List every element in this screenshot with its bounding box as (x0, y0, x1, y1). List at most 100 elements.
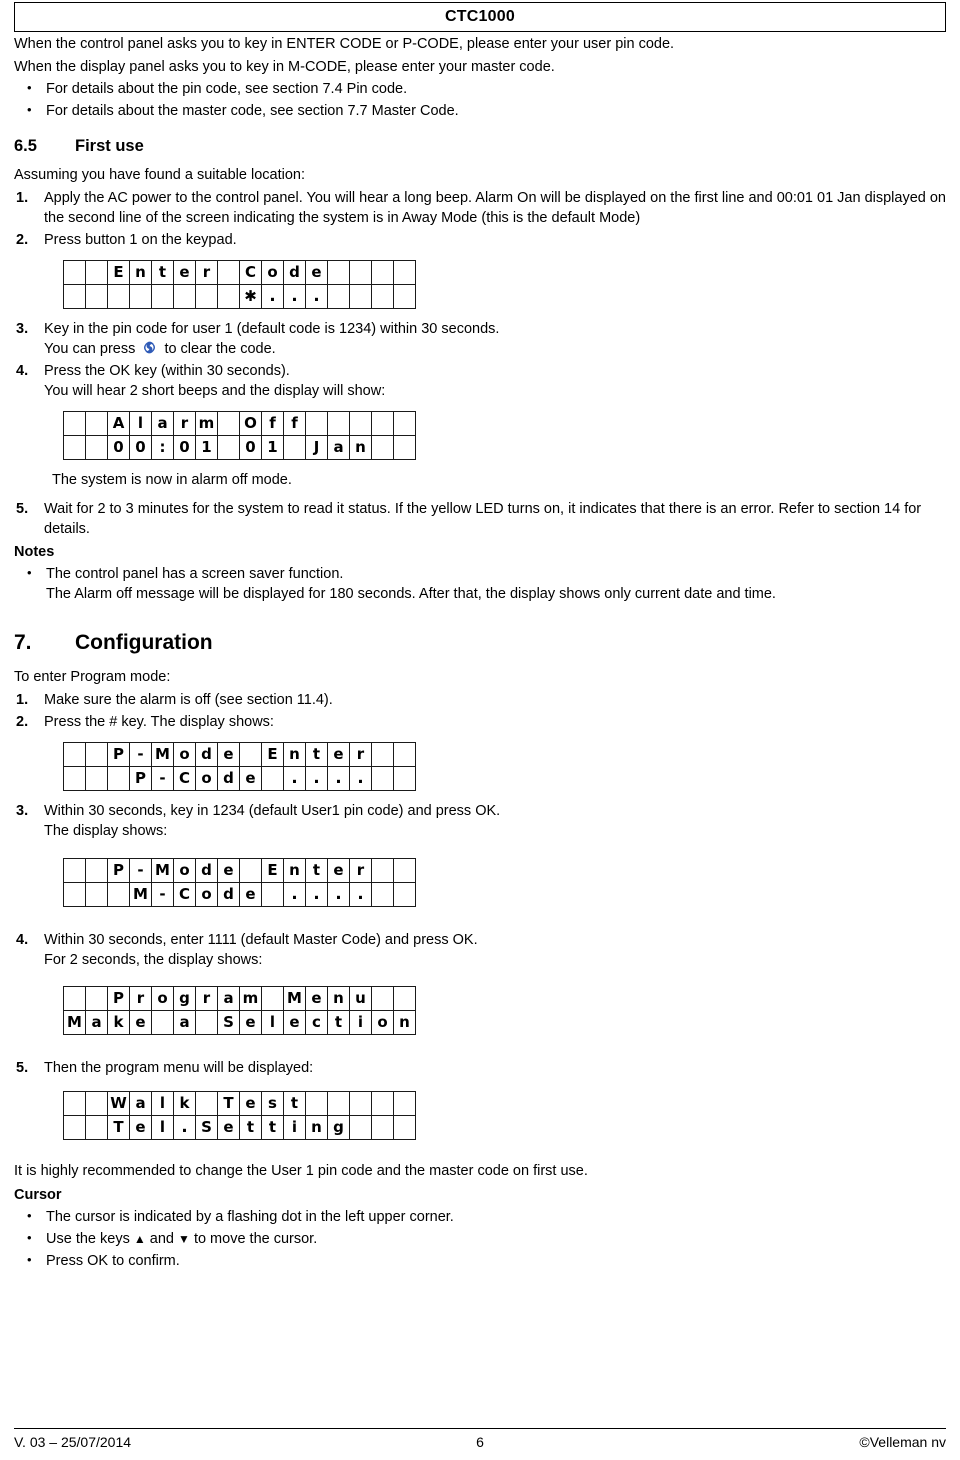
lcd-cell: . (327, 765, 350, 791)
list-item: 2. Press button 1 on the keypad. (14, 229, 946, 251)
lcd-cell: 0 (129, 434, 152, 460)
list-item: 5. Then the program menu will be display… (14, 1057, 946, 1079)
cursor-text-c: to move the cursor. (193, 1230, 318, 1247)
step-number: 1. (16, 691, 29, 708)
lcd-cell: d (195, 857, 218, 883)
lcd-cell: a (129, 1090, 152, 1116)
lcd-cell (239, 857, 262, 883)
lcd-cell (371, 881, 394, 907)
list-item: For details about the master code, see s… (14, 100, 946, 122)
lcd-cell: t (261, 1114, 284, 1140)
lcd-cell: M (151, 857, 174, 883)
lcd-cell: 0 (173, 434, 196, 460)
step-text: Press button 1 on the keypad. (44, 231, 237, 248)
lcd-cell (85, 741, 108, 767)
lcd-cell (305, 410, 328, 436)
lcd-display-program-menu: P r o g r a m M e n u M a k e a S e l e … (63, 985, 416, 1035)
list-item: 2. Press the # key. The display shows: (14, 711, 946, 733)
lcd-cell (85, 259, 108, 285)
lcd-cell (63, 985, 86, 1011)
lcd-cell: g (173, 985, 196, 1011)
step-number: 3. (16, 802, 29, 819)
lcd-cell (85, 434, 108, 460)
footer-page-number: 6 (476, 1433, 484, 1450)
lcd-cell: n (283, 741, 306, 767)
lcd-cell (349, 259, 372, 285)
config-steps-1-2: 1. Make sure the alarm is off (see secti… (14, 689, 946, 733)
lcd-cell: e (217, 857, 240, 883)
lcd-cell: t (283, 1090, 306, 1116)
step-3-second-line: You can press to clear the code. (44, 339, 946, 359)
lcd-cell: r (349, 741, 372, 767)
lcd-cell: k (173, 1090, 196, 1116)
lcd-cell: i (283, 1114, 306, 1140)
arrow-up-icon: ▲ (133, 1231, 146, 1246)
lcd-cell: e (327, 741, 350, 767)
lcd-row-1: W a l k T e s t (63, 1090, 416, 1116)
lcd-cell (63, 765, 86, 791)
lcd-cell: f (261, 410, 284, 436)
first-use-steps-cont: 3. Key in the pin code for user 1 (defau… (14, 318, 946, 402)
lcd-cell (217, 434, 240, 460)
lcd-cell: o (173, 741, 196, 767)
lcd-cell (349, 283, 372, 309)
list-item: The control panel has a screen saver fun… (14, 563, 946, 605)
lcd-cell: t (305, 741, 328, 767)
config-step-3: 3. Within 30 seconds, key in 1234 (defau… (14, 800, 946, 842)
lcd-row-1: E n t e r C o d e (63, 259, 416, 285)
lcd-cell: l (129, 410, 152, 436)
lcd-cell (239, 741, 262, 767)
lcd-cell: l (261, 1009, 284, 1035)
lcd-cell: f (283, 410, 306, 436)
lcd-cell (217, 410, 240, 436)
lcd-cell: . (305, 881, 328, 907)
lcd-cell (349, 1090, 372, 1116)
notes-bullet-list: The control panel has a screen saver fun… (14, 563, 946, 605)
lcd-cell: e (305, 985, 328, 1011)
lcd-cell: n (305, 1114, 328, 1140)
list-item: 4. Within 30 seconds, enter 1111 (defaul… (14, 929, 946, 971)
step-number: 1. (16, 189, 29, 206)
lcd-row-2: T e l . S e t t i n g (63, 1114, 416, 1140)
lcd-cell: e (129, 1114, 152, 1140)
lcd-cell: T (217, 1090, 240, 1116)
lcd-cell: M (283, 985, 306, 1011)
lcd-cell (173, 283, 196, 309)
lcd-cell (85, 1090, 108, 1116)
lcd-cell: S (195, 1114, 218, 1140)
lcd-cell: M (129, 881, 152, 907)
section-7-lead: To enter Program mode: (14, 669, 171, 686)
lcd-cell: . (305, 765, 328, 791)
recommendation-text: It is highly recommended to change the U… (14, 1163, 588, 1180)
lcd-cell: E (261, 741, 284, 767)
list-item: 5. Wait for 2 to 3 minutes for the syste… (14, 498, 946, 540)
step-text: to clear the code. (164, 340, 276, 357)
lcd-cell (85, 765, 108, 791)
list-item: For details about the pin code, see sect… (14, 78, 946, 100)
lcd-row-2: M - C o d e . . . . (63, 881, 416, 907)
lcd-cell (107, 765, 130, 791)
list-item: 3. Key in the pin code for user 1 (defau… (14, 318, 946, 360)
lcd-display-p-mode-p-code: P - M o d e E n t e r P - C o d e . . . … (63, 741, 416, 791)
lcd-cell (371, 1114, 394, 1140)
lcd-cell: r (349, 857, 372, 883)
lcd-cell: ✱ (239, 283, 262, 309)
lcd-display-p-mode-m-code: P - M o d e E n t e r M - C o d e . . . … (63, 857, 416, 907)
lcd-cell: C (173, 881, 196, 907)
lcd-cell: d (217, 765, 240, 791)
lcd-cell (393, 410, 416, 436)
lcd-cell: 0 (107, 434, 130, 460)
lcd-cell: o (151, 985, 174, 1011)
lcd-cell: a (151, 410, 174, 436)
lcd-cell (371, 410, 394, 436)
lcd-cell (63, 881, 86, 907)
lcd-cell: e (173, 259, 196, 285)
lcd-cell (217, 283, 240, 309)
lcd-cell (195, 1009, 218, 1035)
lcd-cell: e (239, 1090, 262, 1116)
list-item: 3. Within 30 seconds, key in 1234 (defau… (14, 800, 946, 842)
list-item: 4. Press the OK key (within 30 seconds).… (14, 360, 946, 402)
step-number: 2. (16, 231, 29, 248)
step-number: 4. (16, 362, 29, 379)
step-number: 2. (16, 713, 29, 730)
